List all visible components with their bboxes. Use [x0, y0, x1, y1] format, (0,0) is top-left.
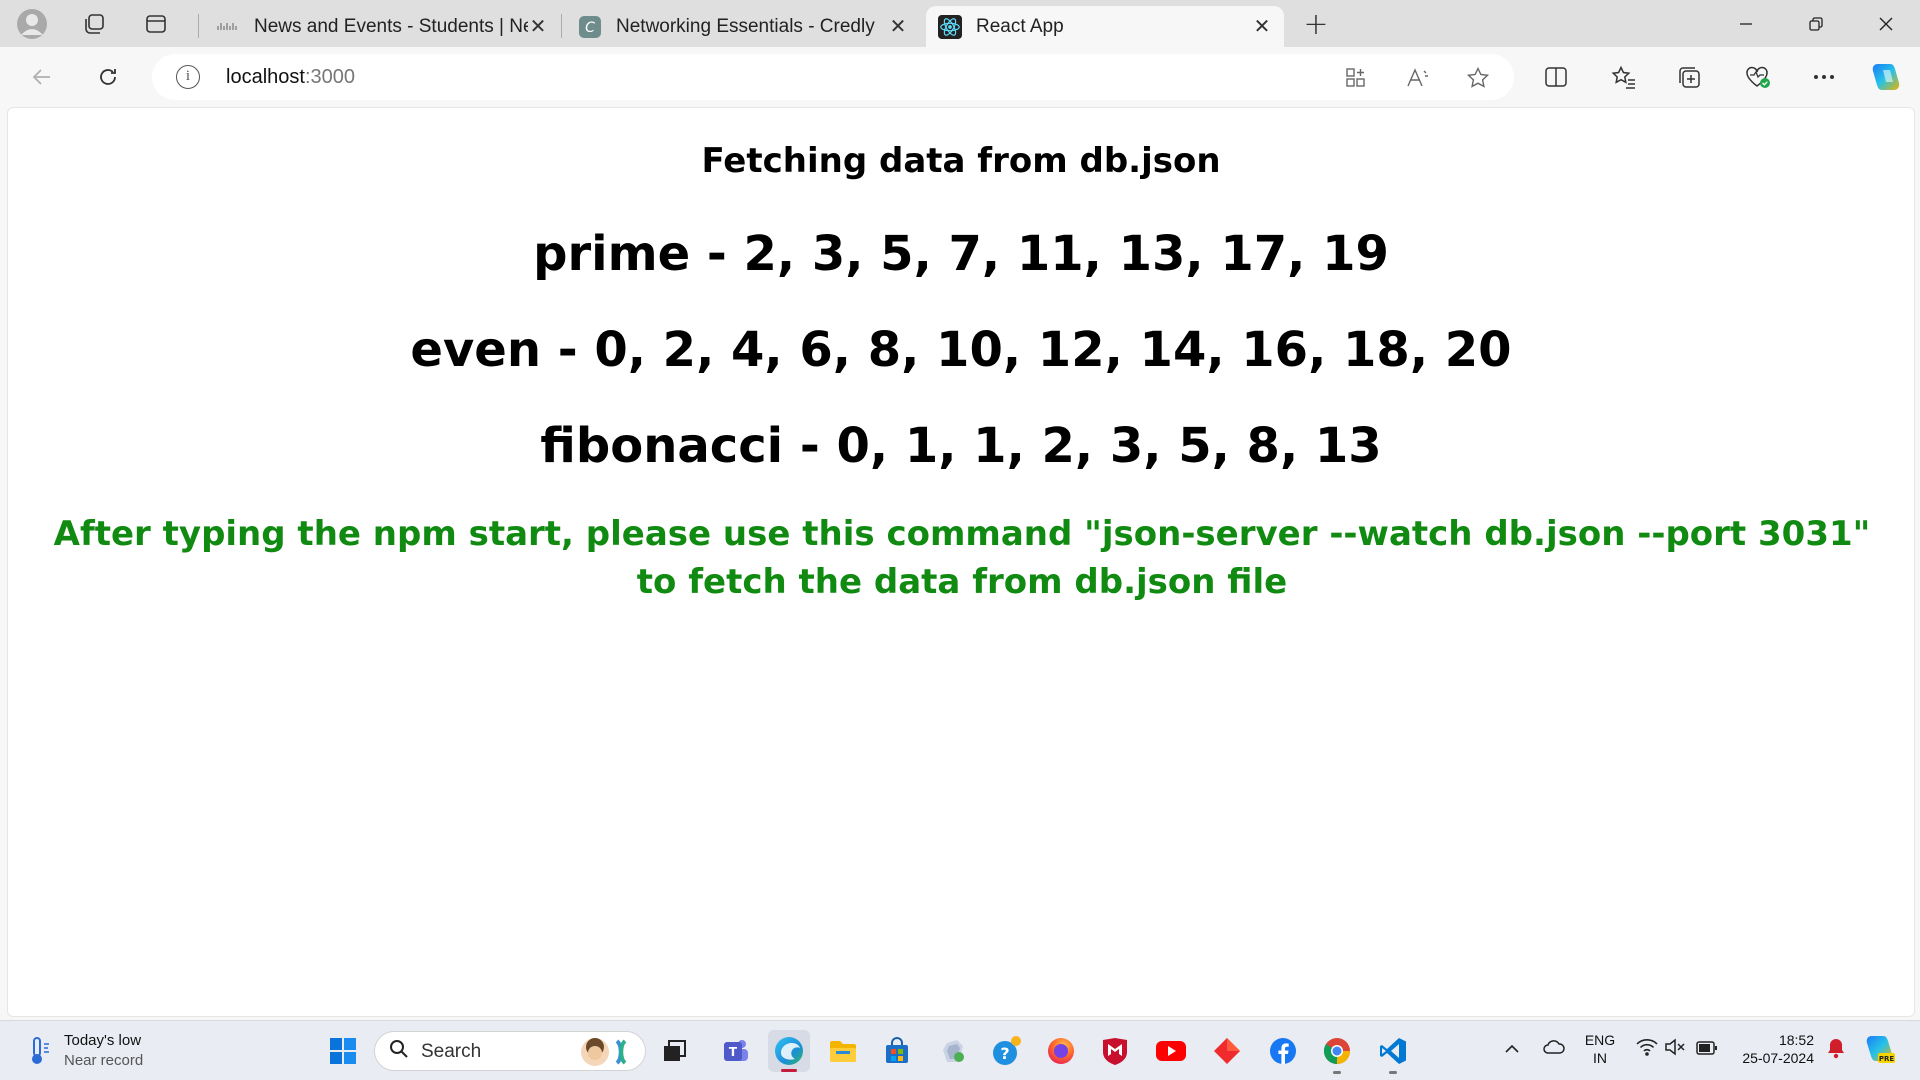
minimize-icon[interactable] — [1718, 0, 1774, 47]
teams-icon[interactable]: T — [714, 1030, 756, 1072]
clock-date: 25-07-2024 — [1742, 1050, 1814, 1066]
back-icon[interactable] — [24, 59, 60, 95]
help-icon[interactable]: ? — [986, 1030, 1028, 1072]
favorites-icon[interactable] — [1606, 59, 1642, 95]
tab-title: React App — [976, 15, 1064, 37]
profile-avatar[interactable] — [14, 6, 50, 42]
fibonacci-list: fibonacci - 0, 1, 1, 2, 3, 5, 8, 13 — [540, 418, 1382, 474]
thermometer-icon — [24, 1034, 54, 1068]
copilot-icon[interactable] — [1868, 59, 1904, 95]
language-indicator[interactable]: ENG IN — [1582, 1031, 1618, 1067]
even-list: even - 0, 2, 4, 6, 8, 10, 12, 14, 16, 18… — [410, 322, 1512, 378]
workspaces-icon[interactable] — [76, 6, 112, 42]
page-title: Fetching data from db.json — [701, 141, 1221, 181]
prime-list: prime - 2, 3, 5, 7, 11, 13, 17, 19 — [533, 226, 1389, 282]
diamond-app-icon[interactable] — [1206, 1030, 1248, 1072]
svg-text:?: ? — [1000, 1044, 1009, 1063]
security-app-icon[interactable] — [932, 1030, 974, 1072]
tab-news-events[interactable]: News and Events - Students | Net ✕ — [204, 6, 560, 47]
language-code: ENG — [1584, 1032, 1616, 1048]
new-tab-icon[interactable]: + — [1298, 6, 1334, 42]
clock-time: 18:52 — [1778, 1032, 1814, 1048]
search-icon — [389, 1039, 409, 1064]
taskbar-search[interactable]: Search — [374, 1031, 646, 1071]
youtube-icon[interactable] — [1150, 1030, 1192, 1072]
facebook-icon[interactable] — [1262, 1030, 1304, 1072]
tab-credly[interactable]: C Networking Essentials - Credly ✕ — [566, 6, 920, 47]
tab-actions-icon[interactable] — [138, 6, 174, 42]
firefox-icon[interactable] — [1040, 1030, 1082, 1072]
clock[interactable]: 18:52 25-07-2024 — [1732, 1031, 1814, 1067]
weather-line1: Today's low — [64, 1032, 142, 1049]
file-explorer-icon[interactable] — [822, 1030, 864, 1072]
react-icon — [938, 14, 962, 39]
start-icon[interactable] — [322, 1030, 364, 1072]
copilot-preview-icon[interactable]: PRE — [1864, 1033, 1896, 1070]
chrome-icon[interactable] — [1316, 1030, 1358, 1074]
close-window-icon[interactable] — [1858, 0, 1914, 47]
favorite-star-icon[interactable] — [1464, 64, 1492, 92]
instruction-note: After typing the npm start, please use t… — [53, 514, 1871, 602]
split-screen-icon[interactable] — [1538, 59, 1574, 95]
battery-icon[interactable] — [1696, 1039, 1718, 1060]
mcafee-icon[interactable] — [1094, 1030, 1136, 1072]
search-highlight-icon — [573, 1035, 635, 1069]
chevron-up-icon[interactable] — [1504, 1039, 1520, 1060]
wifi-icon[interactable] — [1636, 1038, 1658, 1061]
more-options-icon[interactable] — [1806, 59, 1842, 95]
svg-text:C: C — [585, 20, 595, 36]
navigation-bar: i localhost:3000 — [0, 47, 1920, 107]
tab-title: News and Events - Students | Net — [254, 15, 528, 37]
volume-muted-icon[interactable] — [1664, 1038, 1686, 1061]
edge-icon[interactable] — [768, 1030, 810, 1072]
svg-text:T: T — [729, 1045, 738, 1059]
task-view-icon[interactable] — [654, 1030, 696, 1072]
close-tab-icon[interactable]: ✕ — [1252, 14, 1272, 39]
notification-bell-icon[interactable] — [1826, 1037, 1846, 1064]
close-tab-icon[interactable]: ✕ — [528, 14, 548, 39]
tab-title: Networking Essentials - Credly — [616, 15, 875, 37]
taskbar: Today's low Near record Search T ? ENG I… — [0, 1020, 1920, 1080]
weather-line2: Near record — [64, 1052, 144, 1069]
onedrive-icon[interactable] — [1542, 1037, 1566, 1060]
refresh-icon[interactable] — [90, 59, 126, 95]
microsoft-store-icon[interactable] — [876, 1030, 918, 1072]
tab-strip: News and Events - Students | Net ✕ C Net… — [0, 0, 1920, 47]
close-tab-icon[interactable]: ✕ — [888, 14, 908, 39]
app-available-icon[interactable] — [1342, 64, 1370, 92]
weather-widget[interactable]: Today's low Near record — [24, 1031, 143, 1071]
page-viewport: Fetching data from db.json prime - 2, 3,… — [7, 107, 1915, 1017]
address-host: localhost — [226, 66, 305, 88]
site-info-icon[interactable]: i — [176, 65, 200, 89]
vscode-icon[interactable] — [1372, 1030, 1414, 1074]
tab-react-app[interactable]: React App ✕ — [926, 6, 1284, 47]
address-url[interactable]: localhost:3000 — [226, 66, 355, 89]
read-aloud-icon[interactable] — [1404, 64, 1432, 92]
browser-essentials-icon[interactable] — [1740, 59, 1776, 95]
address-port: :3000 — [304, 66, 355, 88]
search-label: Search — [421, 1041, 482, 1062]
restore-icon[interactable] — [1788, 0, 1844, 47]
collections-icon[interactable] — [1672, 59, 1708, 95]
address-bar[interactable]: i localhost:3000 — [152, 54, 1514, 100]
svg-text:PRE: PRE — [1879, 1055, 1895, 1063]
region-code: IN — [1593, 1050, 1607, 1066]
credly-icon: C — [578, 15, 602, 39]
cisco-icon — [216, 15, 240, 39]
